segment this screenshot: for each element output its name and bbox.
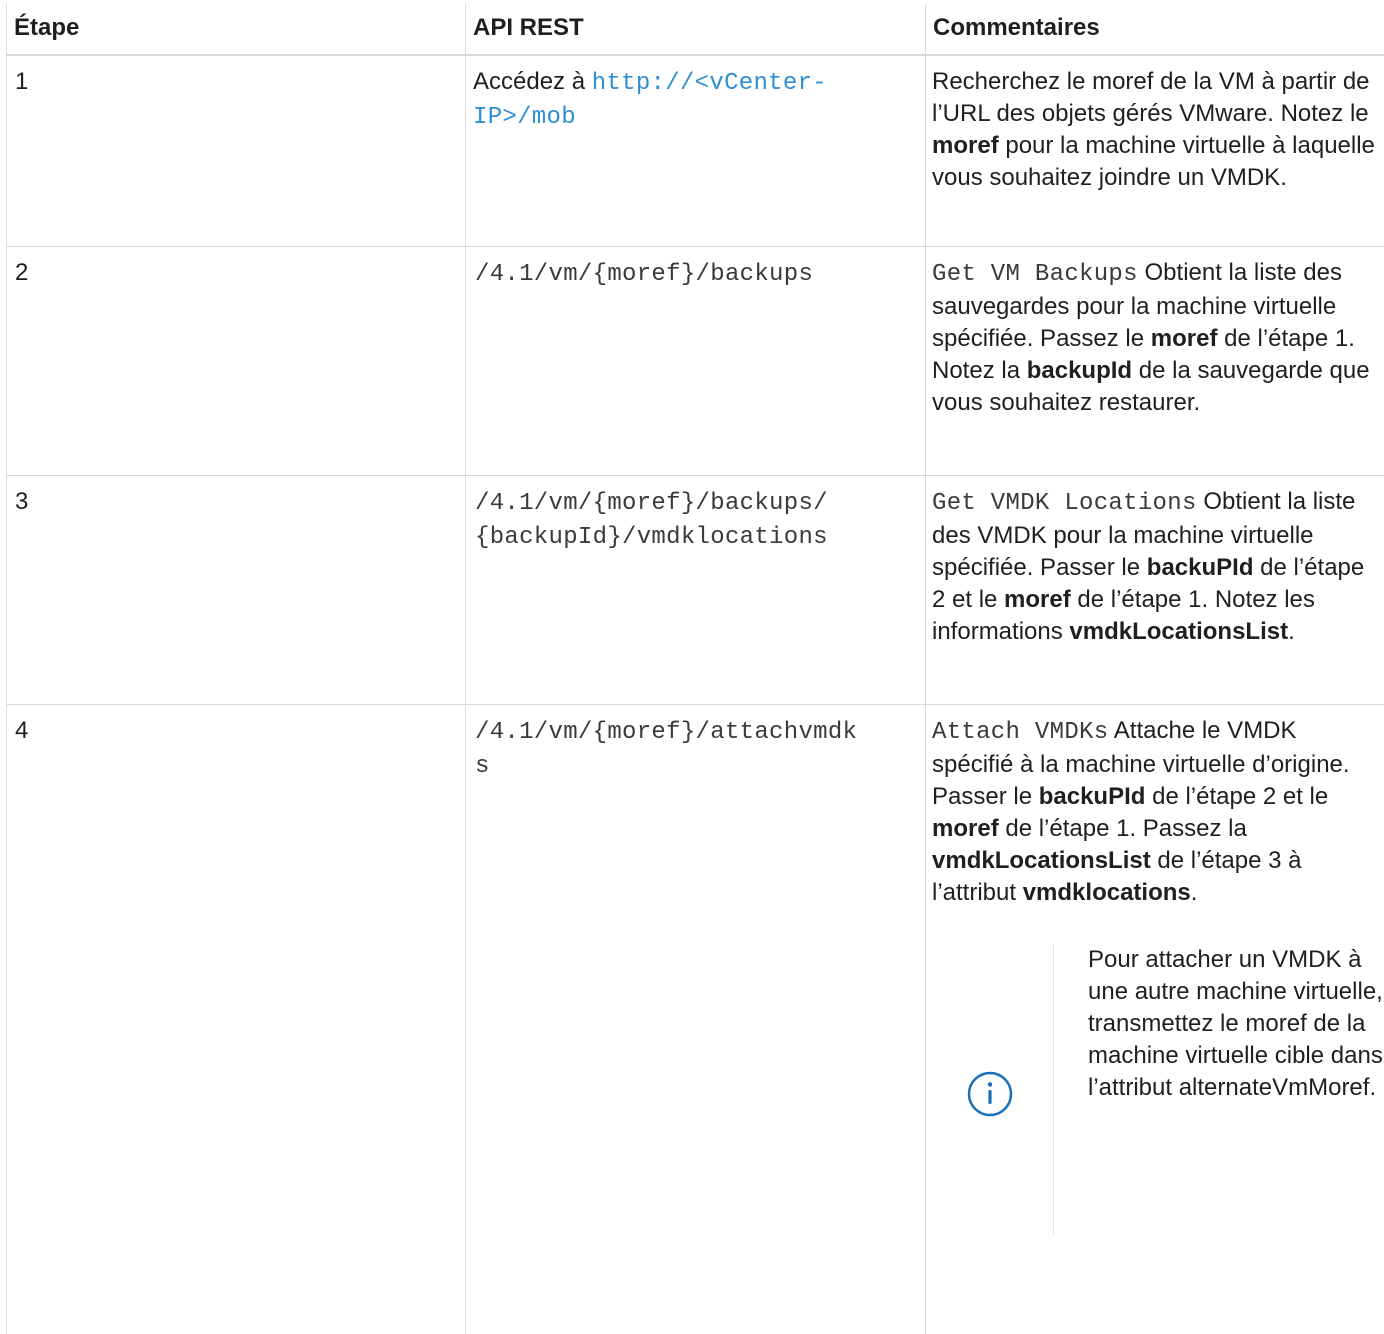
comment-text: . <box>1288 618 1295 645</box>
step-number: 2 <box>7 246 466 475</box>
comment-paragraph: Attach VMDKs Attache le VMDK spécifié à … <box>932 715 1375 909</box>
comment-bold: vmdkLocationsList <box>932 847 1151 874</box>
api-prefix: Accédez à <box>473 68 585 95</box>
comment-cell: Recherchez le moref de la VM à partir de… <box>926 55 1384 246</box>
comment-cell: Get VM Backups Obtient la liste des sauv… <box>926 246 1384 475</box>
api-cell: /4.1/vm/{moref}/backups/ {backupId}/vmdkl… <box>466 475 926 704</box>
header-step: Étape <box>7 4 466 55</box>
table-header-row: Étape API REST Commentaires <box>7 4 1384 55</box>
table-row: 4 /4.1/vm/{moref}/attachvmdk s Attach VMD… <box>7 704 1384 1334</box>
table-row: 3 /4.1/vm/{moref}/backups/ {backupId}/vmd… <box>7 475 1384 704</box>
comment-bold: moref <box>932 815 999 842</box>
comment-cell: Attach VMDKs Attache le VMDK spécifié à … <box>926 704 1384 1334</box>
rest-api-steps-table: Étape API REST Commentaires 1 Accédez à … <box>6 4 1384 1334</box>
info-icon <box>966 1070 1014 1118</box>
comment-bold: backuPId <box>1147 554 1254 581</box>
api-cell: /4.1/vm/{moref}/attachvmdk s <box>466 704 926 1334</box>
api-endpoint-line: s <box>473 753 490 780</box>
api-endpoint-line: /4.1/vm/{moref}/attachvmdk <box>473 719 857 746</box>
comment-text: Recherchez le moref de la VM à partir de… <box>932 68 1370 127</box>
comment-text: pour la machine virtuelle à laquelle vou… <box>932 132 1375 191</box>
table-row: 2 /4.1/vm/{moref}/backups Get VM Backups… <box>7 246 1384 475</box>
document: Étape API REST Commentaires 1 Accédez à … <box>0 0 1384 1325</box>
comment-bold: backuPId <box>1039 783 1146 810</box>
operation-name: Get VMDK Locations <box>932 490 1197 517</box>
header-comments: Commentaires <box>926 4 1384 55</box>
header-api: API REST <box>466 4 926 55</box>
api-endpoint-line: /4.1/vm/{moref}/backups/ <box>473 490 828 517</box>
api-endpoint: /4.1/vm/{moref}/backups <box>473 261 813 288</box>
comment-cell: Get VMDK Locations Obtient la liste des … <box>926 475 1384 704</box>
comment-text: de l’étape 2 et le <box>1145 783 1328 810</box>
api-endpoint-line: {backupId}/vmdklocations <box>473 524 828 551</box>
comment-bold: vmdkLocationsList <box>1069 618 1288 645</box>
api-cell: Accédez à http://<vCenter-IP>/mob <box>466 55 926 246</box>
table-row: 1 Accédez à http://<vCenter-IP>/mob Rech… <box>7 55 1384 246</box>
comment-bold: vmdklocations <box>1023 879 1191 906</box>
comment-bold: moref <box>932 132 999 159</box>
comment-text: . <box>1191 879 1198 906</box>
comment-text: de l’étape 1. Passez la <box>999 815 1247 842</box>
comment-bold: moref <box>1151 325 1218 352</box>
step-number: 4 <box>7 704 466 1334</box>
operation-name: Attach VMDKs <box>932 719 1108 746</box>
comment-bold: backupId <box>1027 357 1132 384</box>
note-text: Pour attacher un VMDK à une autre machin… <box>1088 944 1384 1104</box>
step-number: 3 <box>7 475 466 704</box>
operation-name: Get VM Backups <box>932 261 1138 288</box>
step-number: 1 <box>7 55 466 246</box>
info-note: Pour attacher un VMDK à une autre machin… <box>932 944 1375 1234</box>
api-cell: /4.1/vm/{moref}/backups <box>466 246 926 475</box>
note-divider <box>1053 944 1054 1234</box>
comment-bold: moref <box>1004 586 1071 613</box>
